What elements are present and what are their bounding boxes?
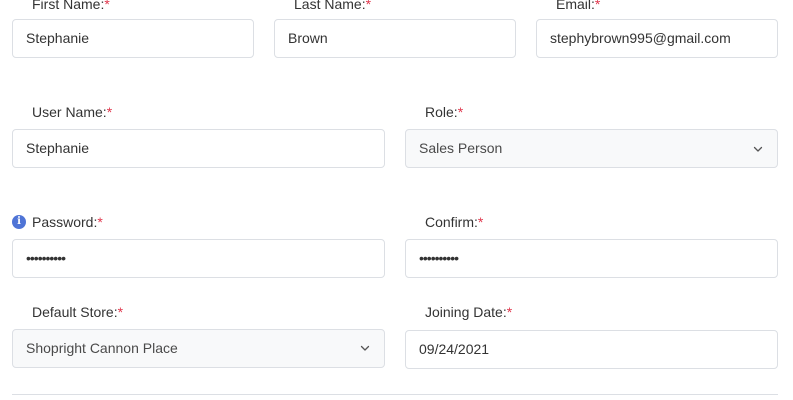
default-store-select[interactable]: Shopright Cannon Place [12, 329, 385, 368]
required-marker: * [97, 214, 103, 230]
chevron-down-icon [360, 345, 370, 351]
confirm-label: Confirm:* [425, 214, 484, 230]
default-store-label: Default Store:* [32, 304, 124, 320]
required-marker: * [594, 0, 601, 12]
last-name-label: Last Name:* [294, 0, 371, 12]
email-label: Email:* [556, 0, 600, 12]
confirm-password-input[interactable]: •••••••••• [405, 239, 778, 278]
first-name-input[interactable]: Stephanie [12, 19, 254, 58]
user-name-input[interactable]: Stephanie [12, 129, 385, 168]
role-selected-value: Sales Person [419, 140, 503, 156]
required-marker: * [117, 304, 124, 320]
last-name-input[interactable]: Brown [274, 19, 516, 58]
required-marker: * [477, 214, 484, 230]
chevron-down-icon [753, 146, 763, 152]
role-select[interactable]: Sales Person [405, 129, 778, 168]
required-marker: * [106, 104, 113, 120]
first-name-label: First Name:* [32, 0, 110, 12]
password-input[interactable]: •••••••••• [12, 239, 385, 278]
joining-date-input[interactable]: 09/24/2021 [405, 330, 778, 369]
email-input[interactable]: stephybrown995@gmail.com [536, 19, 778, 58]
joining-date-label: Joining Date:* [425, 304, 513, 320]
section-divider [12, 394, 778, 395]
required-marker: * [365, 0, 372, 12]
user-form: First Name:* Stephanie Last Name:* Brown… [0, 0, 793, 400]
info-icon[interactable]: i [12, 215, 26, 229]
required-marker: * [506, 304, 513, 320]
password-label: Password:* [32, 214, 103, 230]
default-store-selected-value: Shopright Cannon Place [26, 340, 178, 356]
required-marker: * [104, 0, 110, 12]
role-label: Role:* [425, 104, 464, 120]
user-name-label: User Name:* [32, 104, 113, 120]
required-marker: * [457, 104, 464, 120]
